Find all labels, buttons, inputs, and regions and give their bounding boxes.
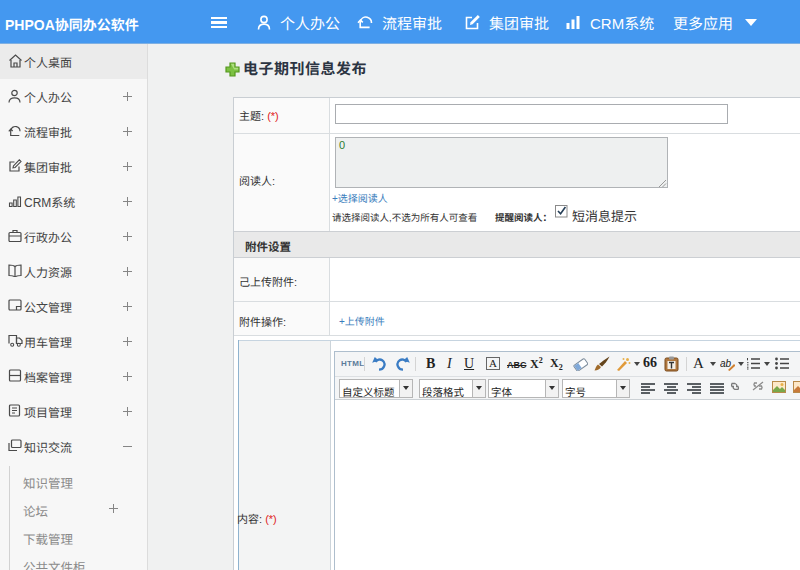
svg-text:ab: ab xyxy=(720,358,732,369)
